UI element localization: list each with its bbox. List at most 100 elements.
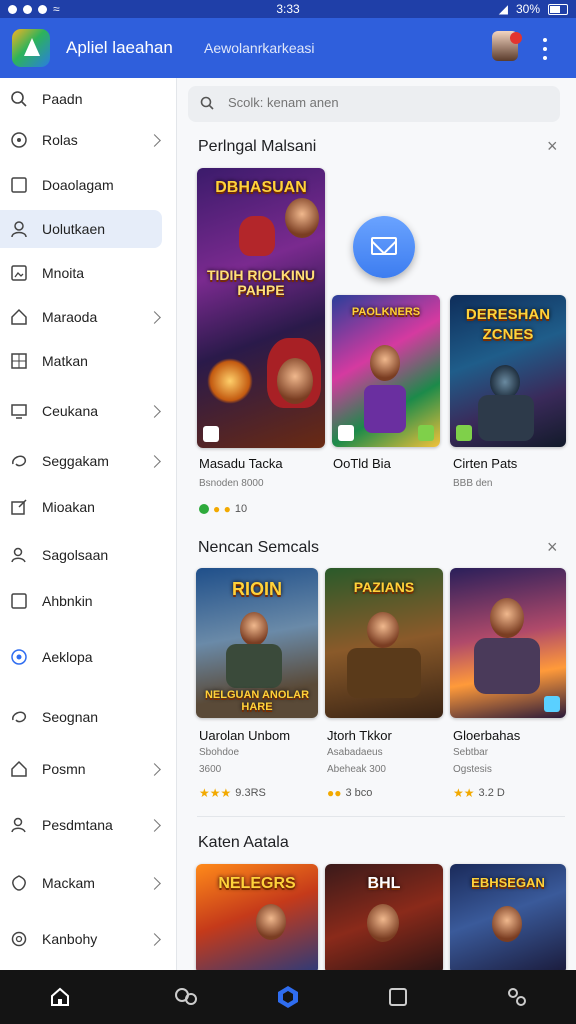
- sidebar-item-label: Mioakan: [42, 499, 95, 515]
- signal-icon: ◢: [498, 2, 508, 16]
- game-meta: Ogstesis: [453, 764, 492, 775]
- sidebar-item[interactable]: Aeklopa: [0, 638, 162, 676]
- game-card[interactable]: EBHSEGAN: [450, 864, 566, 970]
- game-meta: Sbohdoe: [199, 747, 240, 758]
- game-card[interactable]: RIOIN NELGUAN ANOLAR HARE: [196, 568, 318, 718]
- circle-icon: [10, 131, 28, 149]
- settings-icon[interactable]: [502, 982, 532, 1012]
- store-icon[interactable]: [273, 982, 303, 1012]
- social-icon[interactable]: [171, 982, 201, 1012]
- sidebar-item[interactable]: Kanbohy: [0, 920, 162, 958]
- game-art-title: PAOLKNERS: [351, 306, 421, 318]
- search-bar[interactable]: [188, 86, 560, 122]
- home-icon: [10, 760, 28, 778]
- chevron-right-icon: [148, 932, 161, 946]
- game-name[interactable]: OoTld Bia: [333, 456, 391, 471]
- sidebar-item[interactable]: Mackam: [0, 864, 162, 902]
- more-options-icon[interactable]: [542, 38, 548, 60]
- app-title: Apliel laeahan: [66, 38, 173, 57]
- search-input[interactable]: [226, 94, 530, 111]
- chevron-right-icon: [148, 310, 161, 324]
- sidebar-item-label: Aeklopa: [42, 649, 93, 665]
- section-divider: [197, 816, 565, 817]
- close-icon[interactable]: ×: [547, 537, 558, 558]
- battery-text: 30%: [515, 2, 540, 16]
- sidebar-item-label: Mackam: [42, 875, 95, 891]
- monitor-icon: [10, 402, 28, 420]
- notification-badge: [510, 32, 522, 44]
- info-icon: [10, 648, 28, 666]
- mail-icon: [371, 237, 397, 255]
- game-card[interactable]: PAOLKNERS: [332, 295, 440, 447]
- game-art-title: DBHASUAN: [215, 179, 307, 196]
- game-name[interactable]: Cirten Pats: [453, 456, 517, 471]
- person-icon: [10, 816, 28, 834]
- sidebar-item[interactable]: Mnoita: [0, 254, 162, 292]
- home-icon[interactable]: [45, 982, 75, 1012]
- sidebar-item[interactable]: Ceukana: [0, 392, 162, 430]
- sidebar-item[interactable]: Uolutkaen: [0, 210, 162, 248]
- grid-icon: [10, 352, 28, 370]
- game-card[interactable]: DERESHAN ZCNES: [450, 295, 566, 447]
- game-card[interactable]: DBHASUAN TIDIH RIOLKINU PAHPE: [197, 168, 325, 448]
- search-icon: [200, 96, 214, 110]
- game-name[interactable]: Jtorh Tkkor: [327, 728, 392, 743]
- chevron-right-icon: [148, 454, 161, 468]
- sidebar-item[interactable]: Mioakan: [0, 488, 162, 526]
- game-name[interactable]: Masadu Tacka: [199, 456, 283, 471]
- game-name[interactable]: Gloerbahas: [453, 728, 520, 743]
- sidebar-item[interactable]: Posmn: [0, 750, 162, 788]
- square-icon: [10, 176, 28, 194]
- sidebar-item[interactable]: Seognan: [0, 698, 162, 736]
- chevron-right-icon: [148, 818, 161, 832]
- platform-icon: [544, 696, 560, 712]
- sidebar-item[interactable]: Sagolsaan: [0, 536, 162, 574]
- loop-icon: [10, 708, 28, 726]
- game-card[interactable]: [450, 568, 566, 718]
- game-rating: ★★ 3.2 D: [453, 786, 505, 800]
- sidebar-item-label: Mnoita: [42, 265, 85, 281]
- section-title: Katen Aatala: [198, 834, 289, 851]
- edit-icon: [10, 498, 28, 516]
- sidebar: Paadn Rolas Doaolagam Uolutkaen Mnoita Maraod…: [0, 78, 177, 970]
- home-icon: [10, 308, 28, 326]
- game-card[interactable]: BHL: [325, 864, 443, 970]
- sidebar-item-label: Pesdmtana: [42, 817, 113, 833]
- sidebar-item[interactable]: Doaolagam: [0, 166, 162, 204]
- chevron-right-icon: [148, 876, 161, 890]
- game-meta: Sebtbar: [453, 747, 489, 758]
- person-icon: [10, 546, 28, 564]
- section-title: Nencan Semcals: [198, 539, 319, 556]
- game-rating: ●● 3 bco: [327, 786, 373, 800]
- sidebar-item[interactable]: Maraoda: [0, 298, 162, 336]
- close-icon[interactable]: ×: [547, 136, 558, 157]
- game-art-title: RIOIN: [231, 579, 282, 599]
- sidebar-item[interactable]: Matkan: [0, 342, 162, 380]
- battery-icon: [548, 3, 568, 15]
- user-icon: [10, 220, 28, 238]
- game-card[interactable]: NELEGRS: [196, 864, 318, 970]
- sidebar-item-label: Posmn: [42, 761, 86, 777]
- sidebar-item-label: Ceukana: [42, 403, 99, 419]
- loop-icon: [10, 452, 28, 470]
- game-art-title: BHL: [367, 875, 401, 892]
- mail-fab-button[interactable]: [353, 216, 415, 278]
- game-meta: 3600: [199, 764, 222, 775]
- main-content: Perlngal Malsani × DBHASUAN TIDIH RIOLKI…: [177, 78, 576, 970]
- sidebar-item[interactable]: Ahbnkin: [0, 582, 162, 620]
- app-logo[interactable]: [12, 29, 50, 67]
- game-meta: Asabadaeus: [327, 747, 383, 758]
- game-rating: ● ● 10: [199, 502, 247, 516]
- platform-icon: [418, 425, 434, 441]
- library-icon[interactable]: [383, 982, 413, 1012]
- sidebar-item[interactable]: Seggakam: [0, 442, 162, 480]
- sidebar-item[interactable]: Rolas: [0, 121, 162, 159]
- game-card[interactable]: PAZIANS: [325, 568, 443, 718]
- sidebar-item[interactable]: Pesdmtana: [0, 806, 162, 844]
- game-meta: Abeheak 300: [327, 764, 386, 775]
- bottom-nav-bar: [0, 970, 576, 1024]
- game-name[interactable]: Uarolan Unbom: [199, 728, 290, 743]
- square-icon: [10, 592, 28, 610]
- chevron-right-icon: [148, 133, 161, 147]
- sidebar-item[interactable]: Paadn: [0, 80, 162, 118]
